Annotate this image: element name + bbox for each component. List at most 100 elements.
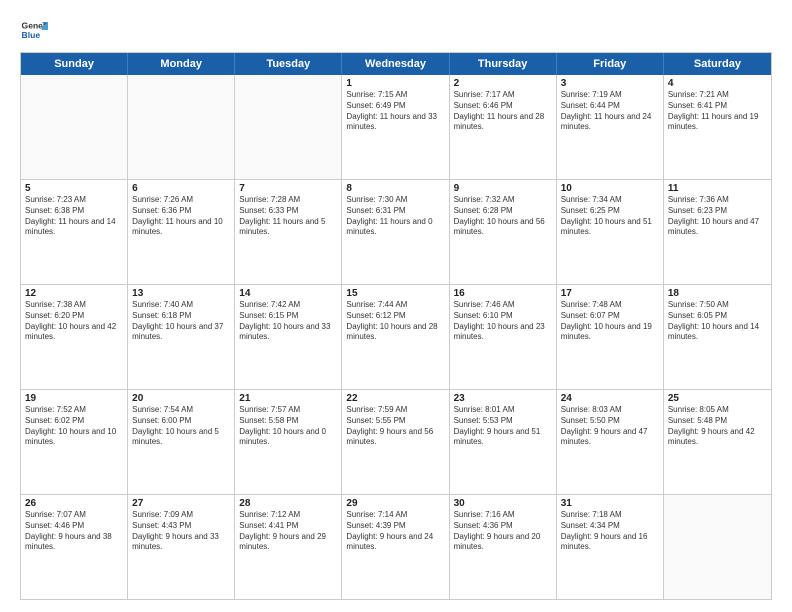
day-number: 9 <box>454 183 552 194</box>
day-info: Sunrise: 7:54 AM Sunset: 6:00 PM Dayligh… <box>132 405 230 448</box>
day-cell-24: 24Sunrise: 8:03 AM Sunset: 5:50 PM Dayli… <box>557 390 664 494</box>
day-number: 23 <box>454 393 552 404</box>
calendar-body: 1Sunrise: 7:15 AM Sunset: 6:49 PM Daylig… <box>21 75 771 599</box>
day-number: 15 <box>346 288 444 299</box>
day-info: Sunrise: 8:03 AM Sunset: 5:50 PM Dayligh… <box>561 405 659 448</box>
day-cell-15: 15Sunrise: 7:44 AM Sunset: 6:12 PM Dayli… <box>342 285 449 389</box>
day-cell-12: 12Sunrise: 7:38 AM Sunset: 6:20 PM Dayli… <box>21 285 128 389</box>
day-header-wednesday: Wednesday <box>342 53 449 75</box>
day-header-tuesday: Tuesday <box>235 53 342 75</box>
day-number: 26 <box>25 498 123 509</box>
day-cell-25: 25Sunrise: 8:05 AM Sunset: 5:48 PM Dayli… <box>664 390 771 494</box>
day-info: Sunrise: 7:46 AM Sunset: 6:10 PM Dayligh… <box>454 300 552 343</box>
day-cell-30: 30Sunrise: 7:16 AM Sunset: 4:36 PM Dayli… <box>450 495 557 599</box>
day-number: 13 <box>132 288 230 299</box>
day-number: 24 <box>561 393 659 404</box>
day-number: 1 <box>346 78 444 89</box>
day-info: Sunrise: 7:26 AM Sunset: 6:36 PM Dayligh… <box>132 195 230 238</box>
day-cell-21: 21Sunrise: 7:57 AM Sunset: 5:58 PM Dayli… <box>235 390 342 494</box>
day-info: Sunrise: 7:17 AM Sunset: 6:46 PM Dayligh… <box>454 90 552 133</box>
day-info: Sunrise: 8:05 AM Sunset: 5:48 PM Dayligh… <box>668 405 767 448</box>
calendar-header: SundayMondayTuesdayWednesdayThursdayFrid… <box>21 53 771 75</box>
calendar-week-1: 1Sunrise: 7:15 AM Sunset: 6:49 PM Daylig… <box>21 75 771 179</box>
day-number: 21 <box>239 393 337 404</box>
day-cell-4: 4Sunrise: 7:21 AM Sunset: 6:41 PM Daylig… <box>664 75 771 179</box>
day-info: Sunrise: 7:12 AM Sunset: 4:41 PM Dayligh… <box>239 510 337 553</box>
day-number: 6 <box>132 183 230 194</box>
day-info: Sunrise: 7:40 AM Sunset: 6:18 PM Dayligh… <box>132 300 230 343</box>
day-header-monday: Monday <box>128 53 235 75</box>
calendar-week-5: 26Sunrise: 7:07 AM Sunset: 4:46 PM Dayli… <box>21 494 771 599</box>
day-cell-8: 8Sunrise: 7:30 AM Sunset: 6:31 PM Daylig… <box>342 180 449 284</box>
day-number: 29 <box>346 498 444 509</box>
day-info: Sunrise: 7:21 AM Sunset: 6:41 PM Dayligh… <box>668 90 767 133</box>
logo-icon: General Blue <box>20 16 48 44</box>
calendar-week-2: 5Sunrise: 7:23 AM Sunset: 6:38 PM Daylig… <box>21 179 771 284</box>
day-info: Sunrise: 7:42 AM Sunset: 6:15 PM Dayligh… <box>239 300 337 343</box>
day-cell-19: 19Sunrise: 7:52 AM Sunset: 6:02 PM Dayli… <box>21 390 128 494</box>
day-number: 22 <box>346 393 444 404</box>
day-cell-23: 23Sunrise: 8:01 AM Sunset: 5:53 PM Dayli… <box>450 390 557 494</box>
day-cell-11: 11Sunrise: 7:36 AM Sunset: 6:23 PM Dayli… <box>664 180 771 284</box>
day-number: 18 <box>668 288 767 299</box>
day-cell-20: 20Sunrise: 7:54 AM Sunset: 6:00 PM Dayli… <box>128 390 235 494</box>
day-info: Sunrise: 7:59 AM Sunset: 5:55 PM Dayligh… <box>346 405 444 448</box>
svg-text:Blue: Blue <box>22 30 41 40</box>
day-info: Sunrise: 7:50 AM Sunset: 6:05 PM Dayligh… <box>668 300 767 343</box>
day-number: 2 <box>454 78 552 89</box>
day-info: Sunrise: 7:16 AM Sunset: 4:36 PM Dayligh… <box>454 510 552 553</box>
day-number: 3 <box>561 78 659 89</box>
day-info: Sunrise: 7:57 AM Sunset: 5:58 PM Dayligh… <box>239 405 337 448</box>
day-cell-10: 10Sunrise: 7:34 AM Sunset: 6:25 PM Dayli… <box>557 180 664 284</box>
day-cell-13: 13Sunrise: 7:40 AM Sunset: 6:18 PM Dayli… <box>128 285 235 389</box>
day-info: Sunrise: 7:32 AM Sunset: 6:28 PM Dayligh… <box>454 195 552 238</box>
day-number: 10 <box>561 183 659 194</box>
day-number: 20 <box>132 393 230 404</box>
day-number: 31 <box>561 498 659 509</box>
day-cell-17: 17Sunrise: 7:48 AM Sunset: 6:07 PM Dayli… <box>557 285 664 389</box>
day-number: 14 <box>239 288 337 299</box>
day-info: Sunrise: 7:30 AM Sunset: 6:31 PM Dayligh… <box>346 195 444 238</box>
day-info: Sunrise: 8:01 AM Sunset: 5:53 PM Dayligh… <box>454 405 552 448</box>
day-cell-18: 18Sunrise: 7:50 AM Sunset: 6:05 PM Dayli… <box>664 285 771 389</box>
day-info: Sunrise: 7:28 AM Sunset: 6:33 PM Dayligh… <box>239 195 337 238</box>
day-number: 8 <box>346 183 444 194</box>
day-info: Sunrise: 7:07 AM Sunset: 4:46 PM Dayligh… <box>25 510 123 553</box>
day-header-saturday: Saturday <box>664 53 771 75</box>
empty-cell <box>664 495 771 599</box>
day-number: 16 <box>454 288 552 299</box>
day-cell-3: 3Sunrise: 7:19 AM Sunset: 6:44 PM Daylig… <box>557 75 664 179</box>
calendar-week-4: 19Sunrise: 7:52 AM Sunset: 6:02 PM Dayli… <box>21 389 771 494</box>
day-info: Sunrise: 7:15 AM Sunset: 6:49 PM Dayligh… <box>346 90 444 133</box>
day-info: Sunrise: 7:23 AM Sunset: 6:38 PM Dayligh… <box>25 195 123 238</box>
logo: General Blue <box>20 16 48 44</box>
day-info: Sunrise: 7:44 AM Sunset: 6:12 PM Dayligh… <box>346 300 444 343</box>
day-number: 25 <box>668 393 767 404</box>
day-info: Sunrise: 7:36 AM Sunset: 6:23 PM Dayligh… <box>668 195 767 238</box>
day-info: Sunrise: 7:09 AM Sunset: 4:43 PM Dayligh… <box>132 510 230 553</box>
day-number: 7 <box>239 183 337 194</box>
day-cell-26: 26Sunrise: 7:07 AM Sunset: 4:46 PM Dayli… <box>21 495 128 599</box>
day-info: Sunrise: 7:38 AM Sunset: 6:20 PM Dayligh… <box>25 300 123 343</box>
day-info: Sunrise: 7:18 AM Sunset: 4:34 PM Dayligh… <box>561 510 659 553</box>
day-cell-29: 29Sunrise: 7:14 AM Sunset: 4:39 PM Dayli… <box>342 495 449 599</box>
day-cell-5: 5Sunrise: 7:23 AM Sunset: 6:38 PM Daylig… <box>21 180 128 284</box>
day-cell-6: 6Sunrise: 7:26 AM Sunset: 6:36 PM Daylig… <box>128 180 235 284</box>
day-info: Sunrise: 7:34 AM Sunset: 6:25 PM Dayligh… <box>561 195 659 238</box>
day-cell-9: 9Sunrise: 7:32 AM Sunset: 6:28 PM Daylig… <box>450 180 557 284</box>
day-info: Sunrise: 7:52 AM Sunset: 6:02 PM Dayligh… <box>25 405 123 448</box>
day-number: 4 <box>668 78 767 89</box>
day-number: 12 <box>25 288 123 299</box>
day-number: 30 <box>454 498 552 509</box>
day-cell-31: 31Sunrise: 7:18 AM Sunset: 4:34 PM Dayli… <box>557 495 664 599</box>
empty-cell <box>128 75 235 179</box>
day-number: 28 <box>239 498 337 509</box>
day-cell-27: 27Sunrise: 7:09 AM Sunset: 4:43 PM Dayli… <box>128 495 235 599</box>
day-number: 27 <box>132 498 230 509</box>
day-info: Sunrise: 7:48 AM Sunset: 6:07 PM Dayligh… <box>561 300 659 343</box>
day-number: 5 <box>25 183 123 194</box>
day-header-friday: Friday <box>557 53 664 75</box>
day-cell-2: 2Sunrise: 7:17 AM Sunset: 6:46 PM Daylig… <box>450 75 557 179</box>
day-cell-7: 7Sunrise: 7:28 AM Sunset: 6:33 PM Daylig… <box>235 180 342 284</box>
day-number: 11 <box>668 183 767 194</box>
